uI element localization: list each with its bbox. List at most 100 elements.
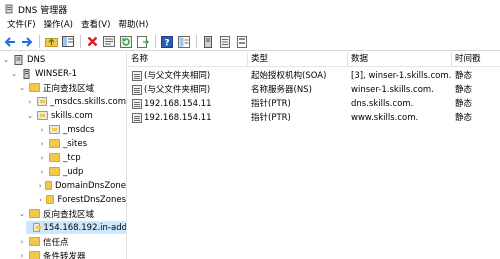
svg-text:?: ? [164, 38, 169, 48]
tree-item-forestdnszones[interactable]: › ForestDnsZones [38, 193, 126, 206]
chevron-right-icon[interactable]: › [38, 196, 43, 204]
record-button[interactable] [217, 34, 233, 50]
tree-item-msdcs-zone[interactable]: › _msdcs.skills.com [26, 95, 126, 108]
folder-icon [45, 181, 53, 190]
menu-action[interactable]: 操作(A) [40, 18, 77, 33]
cell-data: dns.skills.com. [351, 99, 414, 109]
tree-item-conditional-forwarders[interactable]: › 条件转发器 [18, 249, 126, 259]
tree-item-sites[interactable]: › _sites [38, 137, 126, 150]
tree-item-reverse-lookup-zones[interactable]: ⌄ 反向查找区域 [18, 207, 126, 220]
dns-root-icon [13, 55, 24, 65]
cell-type: 指针(PTR) [251, 113, 291, 123]
forward-button[interactable] [19, 34, 35, 50]
dns-manager-icon [4, 4, 14, 14]
column-header-data[interactable]: 数据 [348, 52, 452, 67]
cell-name: 192.168.154.11 [144, 113, 212, 123]
chevron-right-icon[interactable]: › [18, 238, 26, 246]
zone-icon [33, 223, 42, 232]
chevron-right-icon[interactable]: › [18, 252, 26, 259]
cell-data: [3], winser-1.skills.com.,... [351, 71, 451, 81]
record-icon [132, 99, 142, 109]
chevron-right-icon[interactable]: › [26, 98, 34, 106]
toolbar: ? [0, 33, 500, 51]
help-button[interactable]: ? [159, 34, 175, 50]
chevron-right-icon[interactable]: › [38, 126, 46, 134]
table-row[interactable]: 192.168.154.11 指针(PTR) dns.skills.com. 静… [128, 97, 500, 111]
up-one-level-button[interactable] [43, 34, 59, 50]
table-row[interactable]: (与父文件夹相同) 名称服务器(NS) winser-1.skills.com.… [128, 83, 500, 97]
tree-item-label: _msdcs [63, 124, 95, 135]
chevron-down-icon[interactable]: ⌄ [10, 70, 18, 78]
cell-data: www.skills.com. [351, 113, 419, 123]
chevron-right-icon[interactable]: › [38, 182, 42, 190]
menu-view[interactable]: 查看(V) [77, 18, 114, 33]
refresh-icon [120, 35, 132, 48]
record-icon [132, 71, 142, 81]
tree-item-tcp[interactable]: › _tcp [38, 151, 126, 164]
folder-icon [46, 195, 55, 204]
chevron-down-icon[interactable]: ⌄ [26, 112, 34, 120]
help-topics-icon [178, 35, 190, 48]
refresh-button[interactable] [118, 34, 134, 50]
cell-type: 起始授权机构(SOA) [251, 71, 327, 81]
menu-help[interactable]: 帮助(H) [114, 18, 152, 33]
tree-item-udp[interactable]: › _udp [38, 165, 126, 178]
delegated-folder-icon [49, 125, 60, 134]
chevron-down-icon[interactable]: ⌄ [2, 56, 10, 64]
column-header-timestamp[interactable]: 时间戳 [452, 52, 500, 67]
help-topics-button[interactable] [176, 34, 192, 50]
server-icon [21, 69, 32, 79]
forward-arrow-icon [22, 36, 33, 47]
tree-item-dns[interactable]: ⌄ DNS [2, 53, 126, 66]
tree-item-domaindnszones[interactable]: › DomainDnsZone [38, 179, 126, 192]
delete-icon [87, 36, 97, 47]
menu-bar: 文件(F) 操作(A) 查看(V) 帮助(H) [0, 18, 500, 33]
cell-type: 指针(PTR) [251, 99, 291, 109]
column-header-type[interactable]: 类型 [248, 52, 348, 67]
cell-timestamp: 静态 [455, 113, 473, 123]
tree-item-trust-points[interactable]: › 信任点 [18, 235, 126, 248]
delete-button[interactable] [84, 34, 100, 50]
cell-name: 192.168.154.11 [144, 99, 212, 109]
cell-name: (与父文件夹相同) [144, 85, 211, 95]
filter-button[interactable] [234, 34, 250, 50]
tree-item-msdcs[interactable]: › _msdcs [38, 123, 126, 136]
cell-data: winser-1.skills.com. [351, 85, 434, 95]
tree-item-label: 反向查找区域 [43, 209, 95, 220]
tree-item-winser-1[interactable]: ⌄ WINSER-1 [10, 67, 126, 80]
show-hide-console-tree-button[interactable] [60, 34, 76, 50]
tree-item-label: _udp [63, 166, 84, 177]
server-icon [204, 35, 212, 48]
tree-item-skills-com[interactable]: ⌄ skills.com [26, 109, 126, 122]
menu-file[interactable]: 文件(F) [3, 18, 40, 33]
chevron-right-icon[interactable]: › [38, 140, 46, 148]
properties-button[interactable] [101, 34, 117, 50]
chevron-down-icon[interactable]: ⌄ [18, 210, 26, 218]
zone-icon [36, 97, 48, 106]
console-tree: ⌄ DNS ⌄ WINSER-1 ⌄ 正向查找区域 › _msdcs.skill… [0, 52, 127, 259]
column-header-name[interactable]: 名称 [128, 52, 248, 67]
tree-item-label: ForestDnsZones [57, 194, 126, 205]
table-row[interactable]: 192.168.154.11 指针(PTR) www.skills.com. 静… [128, 111, 500, 125]
up-folder-icon [44, 38, 58, 47]
folder-icon [29, 209, 40, 218]
toolbar-separator [39, 35, 40, 48]
chevron-right-icon[interactable]: › [38, 154, 46, 162]
tree-item-label: 正向查找区域 [43, 83, 95, 94]
back-button[interactable] [2, 34, 18, 50]
toolbar-separator [80, 35, 81, 48]
tree-item-reverse-zone-selected[interactable]: 154.168.192.in-add [26, 221, 127, 234]
tree-item-forward-lookup-zones[interactable]: ⌄ 正向查找区域 [18, 81, 126, 94]
tree-item-label: 154.168.192.in-add [43, 222, 127, 233]
chevron-down-icon[interactable]: ⌄ [18, 84, 26, 92]
server-button[interactable] [200, 34, 216, 50]
title-bar: DNS 管理器 [0, 0, 500, 18]
show-hide-console-tree-icon [62, 36, 74, 47]
record-icon [220, 35, 230, 48]
export-list-button[interactable] [135, 34, 151, 50]
help-icon: ? [161, 35, 173, 48]
table-row[interactable]: (与父文件夹相同) 起始授权机构(SOA) [3], winser-1.skil… [128, 69, 500, 83]
cell-timestamp: 静态 [455, 71, 473, 81]
chevron-right-icon[interactable]: › [38, 168, 46, 176]
